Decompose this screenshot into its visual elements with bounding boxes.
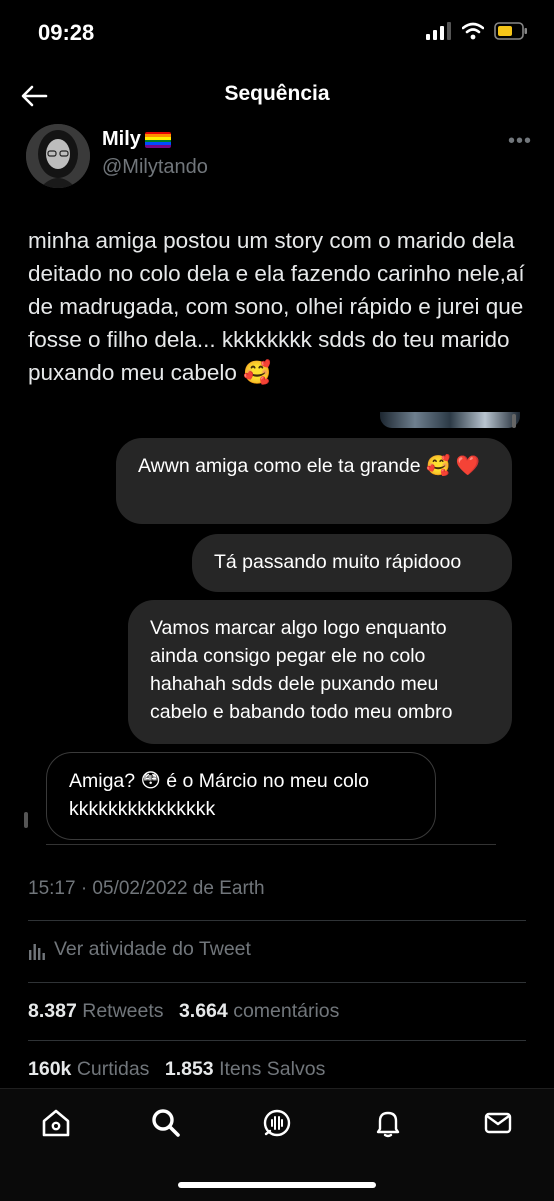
scroll-indicator-left xyxy=(24,812,28,828)
rainbow-flag-icon xyxy=(144,131,171,148)
more-options-icon[interactable]: ••• xyxy=(508,130,532,153)
avatar[interactable] xyxy=(26,124,90,188)
divider xyxy=(28,1040,526,1041)
status-time: 09:28 xyxy=(38,20,95,45)
home-icon[interactable] xyxy=(40,1107,72,1139)
analytics-icon xyxy=(29,943,45,960)
messages-icon[interactable] xyxy=(482,1107,514,1139)
stats-row-retweets: 8.387 Retweets 3.664 comentários xyxy=(28,1000,339,1023)
header-bar: Sequência xyxy=(0,70,554,124)
tweet-image[interactable]: Awwn amiga como ele ta grande 🥰 ❤️ Tá pa… xyxy=(24,412,530,848)
notifications-icon[interactable] xyxy=(372,1107,404,1139)
wifi-icon xyxy=(462,22,484,40)
retweets-label[interactable]: Retweets xyxy=(82,1000,163,1022)
divider xyxy=(28,982,526,983)
tweet-text: minha amiga postou um story com o marido… xyxy=(28,228,525,385)
search-icon[interactable] xyxy=(150,1107,182,1139)
tweet-timestamp: 15:17 · 05/02/2022 de Earth xyxy=(28,878,265,899)
divider xyxy=(46,844,496,845)
divider xyxy=(28,920,526,921)
retweets-count[interactable]: 8.387 xyxy=(28,1000,77,1022)
comments-count[interactable]: 3.664 xyxy=(179,1000,228,1022)
spaces-icon[interactable] xyxy=(261,1107,293,1139)
author-handle[interactable]: @Milytando xyxy=(102,156,208,179)
likes-count[interactable]: 160k xyxy=(28,1058,71,1080)
saves-count[interactable]: 1.853 xyxy=(165,1058,214,1080)
activity-label: Ver atividade do Tweet xyxy=(54,938,251,960)
battery-icon xyxy=(494,22,527,40)
chat-bubble-sent: Tá passando muito rápidooo xyxy=(192,534,512,592)
cropped-photo xyxy=(380,412,520,428)
chat-bubble-sent: Awwn amiga como ele ta grande 🥰 ❤️ xyxy=(116,438,512,524)
author-name[interactable]: Mily xyxy=(102,128,171,151)
chat-bubble-sent: Vamos marcar algo logo enquanto ainda co… xyxy=(128,600,512,744)
status-icons xyxy=(426,22,528,40)
tweet-activity-link[interactable]: Ver atividade do Tweet xyxy=(28,938,251,961)
home-indicator[interactable] xyxy=(178,1182,376,1188)
cellular-signal-icon xyxy=(426,22,451,40)
author-name-text: Mily xyxy=(102,128,141,150)
chat-bubble-received: Amiga? 😳 é o Márcio no meu colo kkkkkkkk… xyxy=(46,752,436,840)
scroll-indicator xyxy=(512,414,516,428)
status-bar: 09:28 xyxy=(0,0,554,70)
likes-label[interactable]: Curtidas xyxy=(77,1058,150,1080)
saves-label[interactable]: Itens Salvos xyxy=(219,1058,325,1080)
page-title: Sequência xyxy=(224,82,330,105)
stats-row-likes: 160k Curtidas 1.853 Itens Salvos xyxy=(28,1058,325,1081)
comments-label[interactable]: comentários xyxy=(233,1000,339,1022)
